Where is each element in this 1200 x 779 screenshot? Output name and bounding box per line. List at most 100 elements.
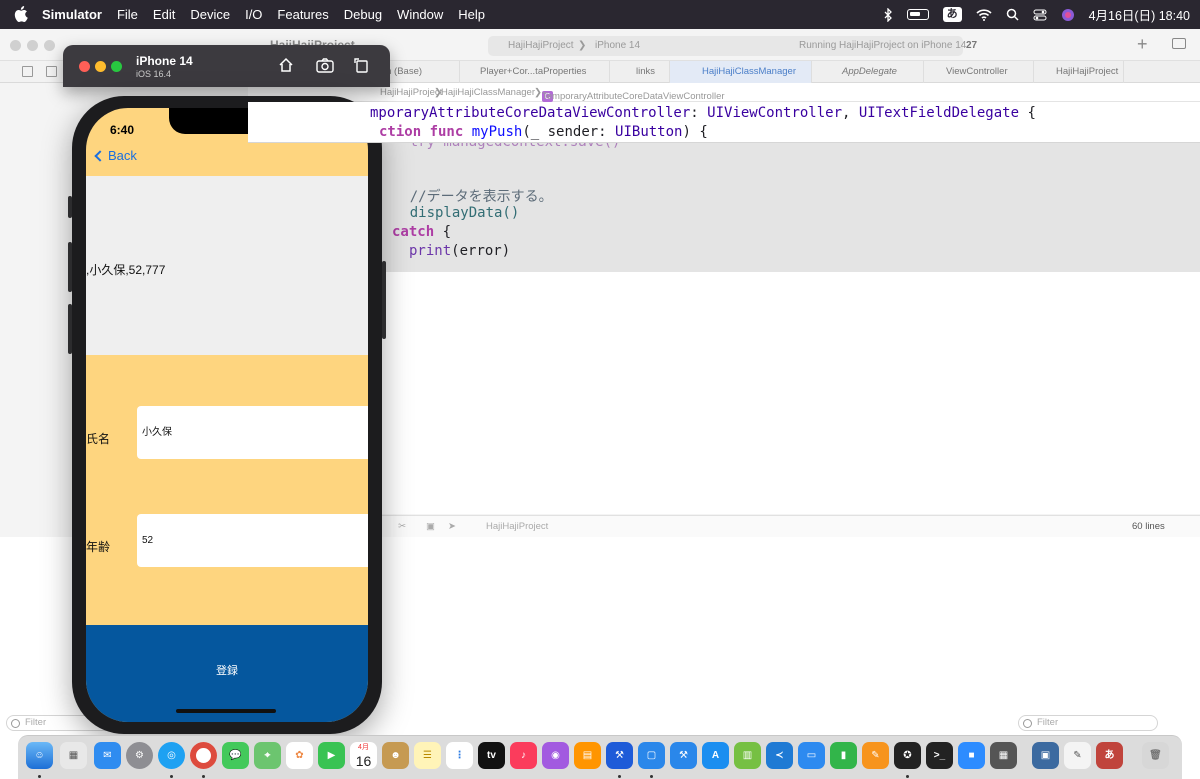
wifi-icon[interactable] [976, 8, 992, 21]
music-icon[interactable]: ♪ [510, 742, 537, 769]
preview-icon[interactable]: ▣ [1032, 742, 1059, 769]
jumpbar-project[interactable]: HajiHajiProject [380, 87, 442, 98]
input-method-indicator[interactable]: あ [942, 7, 962, 22]
spotlight-search-icon[interactable] [1006, 8, 1019, 21]
simulator-zoom-button[interactable] [111, 61, 122, 72]
destination-selector[interactable]: iPhone 14 [595, 40, 640, 51]
reminders-icon[interactable]: ⋮ [446, 742, 473, 769]
xcode-minimize-button[interactable] [27, 40, 38, 51]
tab-view-controller[interactable]: ViewController [924, 61, 1034, 83]
running-indicator [906, 775, 909, 778]
battery-icon[interactable] [906, 9, 929, 20]
dock: ☺ ▦ ✉ ⚙ ◎ 💬 ⌖ ✿ ▶ 4月 16 ☻ ☰ ⋮ tv ♪ ◉ ▤ ⚒ … [18, 735, 1182, 779]
editor-tab-bar: in (Base) Player+Cor...taProperties link… [248, 61, 1200, 83]
back-button[interactable]: Back [92, 148, 137, 163]
xcode-icon[interactable]: ⚒ [606, 742, 633, 769]
back-button-label: Back [108, 148, 137, 163]
tab-player-coredata[interactable]: Player+Cor...taProperties [460, 61, 610, 83]
system-settings-icon[interactable]: ⚙ [126, 742, 153, 769]
beta-app-icon[interactable]: ✪ [894, 742, 921, 769]
menu-app-name[interactable]: Simulator [42, 7, 102, 22]
rotate-device-icon[interactable] [353, 57, 369, 73]
tab-links[interactable]: links [610, 61, 670, 83]
menubar-status-area: あ 4月16日(日) 18:40 [884, 0, 1190, 29]
apple-logo-icon[interactable] [14, 6, 28, 22]
terminal-icon[interactable]: >_ [926, 742, 953, 769]
side-button [382, 261, 386, 339]
menu-features[interactable]: Features [277, 7, 328, 22]
bluetooth-icon[interactable] [884, 7, 893, 22]
name-label: 氏名 [86, 432, 111, 446]
source-control-icon[interactable] [46, 66, 57, 77]
launchpad-icon[interactable]: ▦ [60, 742, 87, 769]
mail-icon[interactable]: ✉ [94, 742, 121, 769]
podcasts-icon[interactable]: ◉ [542, 742, 569, 769]
add-plus-icon[interactable]: + [1137, 34, 1148, 55]
volume-up-button [68, 242, 72, 292]
control-center-icon[interactable] [1033, 9, 1047, 21]
numbers-icon[interactable]: ▮ [830, 742, 857, 769]
warning-count-badge[interactable]: 27 [966, 40, 977, 51]
xcode-zoom-button[interactable] [44, 40, 55, 51]
calculator-icon[interactable]: ▦ [990, 742, 1017, 769]
messages-icon[interactable]: 💬 [222, 742, 249, 769]
numbers-style-icon[interactable]: ▥ [734, 742, 761, 769]
simulator-close-button[interactable] [79, 61, 90, 72]
apple-tv-icon[interactable]: tv [478, 742, 505, 769]
safari-icon[interactable]: ◎ [158, 742, 185, 769]
memory-graph-icon[interactable]: ▣ [426, 521, 435, 532]
tab-hajihaji-project[interactable]: HajiHajiProject [1034, 61, 1124, 83]
folder-icon[interactable] [22, 66, 33, 77]
tab-app-delegate[interactable]: AppDelegate [812, 61, 924, 83]
menubar-clock[interactable]: 4月16日(日) 18:40 [1089, 5, 1190, 24]
facetime-icon[interactable]: ▶ [318, 742, 345, 769]
contacts-icon[interactable]: ☻ [382, 742, 409, 769]
source-editor[interactable]: mporaryAttributeCoreDataViewController: … [248, 102, 1200, 514]
zoom-icon[interactable]: ■ [958, 742, 985, 769]
photos-icon[interactable]: ✿ [286, 742, 313, 769]
siri-icon[interactable] [1061, 8, 1075, 22]
tab-base[interactable]: in (Base) [378, 61, 460, 83]
menu-debug[interactable]: Debug [344, 7, 382, 22]
menu-window[interactable]: Window [397, 7, 443, 22]
simulator-minimize-button[interactable] [95, 61, 106, 72]
app-store-icon[interactable]: A [702, 742, 729, 769]
dictionary-icon[interactable]: あ [1096, 742, 1123, 769]
notes-icon[interactable]: ☰ [414, 742, 441, 769]
textedit-icon[interactable]: ✎ [1064, 742, 1091, 769]
activity-view[interactable]: HajiHajiProject ❯ iPhone 14 Running Haji… [488, 36, 977, 56]
books-icon[interactable]: ▤ [574, 742, 601, 769]
keynote-icon[interactable]: ▭ [798, 742, 825, 769]
menu-device[interactable]: Device [190, 7, 230, 22]
screenshot-camera-icon[interactable] [316, 57, 334, 73]
menu-edit[interactable]: Edit [153, 7, 175, 22]
menu-file[interactable]: File [117, 7, 138, 22]
calendar-icon[interactable]: 4月 16 [350, 742, 377, 769]
finder-icon[interactable]: ☺ [26, 742, 53, 769]
xcode-beta-icon[interactable]: ⚒ [670, 742, 697, 769]
debug-view-hierarchy-icon[interactable]: ✂ [398, 521, 406, 532]
status-bar-time: 6:40 [110, 123, 135, 137]
trash-icon[interactable]: 🗑 [1142, 742, 1169, 769]
scheme-selector[interactable]: HajiHajiProject [508, 40, 574, 51]
register-button[interactable]: 登録 [86, 625, 368, 722]
location-icon[interactable]: ➤ [448, 521, 456, 532]
console-filter-field[interactable]: Filter [1018, 715, 1158, 731]
menu-help[interactable]: Help [458, 7, 485, 22]
name-field[interactable]: 小久保 [137, 406, 368, 459]
chrome-icon[interactable] [190, 742, 217, 769]
inspector-toggle-icon[interactable] [1172, 38, 1186, 49]
home-icon[interactable] [278, 57, 294, 73]
tab-hajihaji-class-manager[interactable]: HajiHajiClassManager [670, 61, 812, 83]
home-indicator[interactable] [176, 709, 276, 713]
menu-io[interactable]: I/O [245, 7, 262, 22]
xcode-close-button[interactable] [10, 40, 21, 51]
vscode-icon[interactable]: ≺ [766, 742, 793, 769]
pages-icon[interactable]: ✎ [862, 742, 889, 769]
age-field[interactable]: 52 [137, 514, 368, 567]
debug-target[interactable]: HajiHajiProject [486, 521, 548, 532]
simulator-app-icon[interactable]: ▢ [638, 742, 665, 769]
sticky-func-declaration: ction func myPush(_ sender: UIButton) { [379, 124, 708, 140]
jumpbar-group[interactable]: HajiHajiClassManager [441, 87, 535, 98]
maps-icon[interactable]: ⌖ [254, 742, 281, 769]
